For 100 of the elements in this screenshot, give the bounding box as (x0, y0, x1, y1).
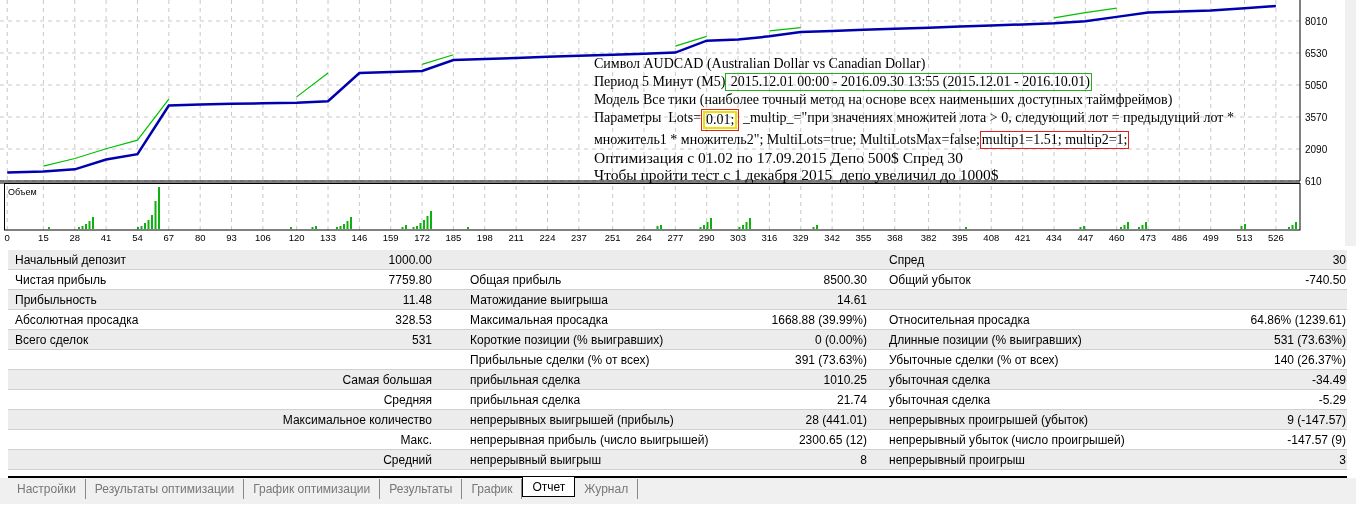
axis-tick-label: 434 (1046, 232, 1062, 243)
metric-value: 28 (441.01) (804, 411, 867, 429)
axis-tick-label: 382 (920, 232, 937, 243)
metric-value: 11.48 (401, 291, 432, 309)
row-heading: Максимальное количество (281, 411, 432, 429)
axis-tick-label: 237 (570, 232, 587, 243)
axis-tick-label: 54 (132, 232, 143, 243)
metric-value: 531 (73.63%) (1272, 331, 1347, 349)
metric-label: Прибыльные сделки (% от всех) (470, 351, 651, 369)
axis-tick-label: 368 (886, 232, 903, 243)
panel-label: Объем (8, 186, 37, 199)
axis-tick-label: 316 (761, 232, 778, 243)
metric-value: 391 (73.63%) (793, 351, 867, 369)
info-text: Символ AUDCAD (Australian Dollar vs Canadian Dollar) (594, 55, 926, 73)
metric-value: 9 (-147.57) (1286, 411, 1347, 429)
axis-tick-label: 264 (636, 232, 652, 243)
axis-tick-label: 3570 (1305, 112, 1328, 123)
metric-label: непрерывный убыток (число проигрышей) (889, 431, 1126, 449)
axis-tick-label: 224 (539, 232, 556, 243)
metric-label: Убыточные сделки (% от всех) (889, 351, 1060, 369)
axis-tick-label: 460 (1108, 232, 1125, 243)
axis-tick-label: 277 (667, 232, 684, 243)
metric-label: непрерывных проигрышей (убыток) (889, 411, 1089, 429)
highlighted-text: 2015.12.01 00:00 - 2016.09.30 13:55 (2015.12.01 - 2016.10.01) (725, 73, 1092, 91)
metric-label: непрерывная прибыль (число выигрышей) (470, 431, 710, 449)
axis-tick-label: 526 (1267, 232, 1284, 243)
row-heading: Средняя (382, 391, 432, 409)
metric-label: Общий убыток (889, 271, 972, 289)
axis-tick-label: 290 (698, 232, 715, 243)
metric-label: Относительная просадка (889, 311, 1031, 329)
axis-tick-label: 342 (824, 232, 841, 243)
axis-tick-label: 211 (508, 232, 524, 243)
metric-value: 1000.00 (387, 251, 432, 269)
axis-tick-label: 421 (1014, 232, 1031, 243)
info-text: Чтобы пройти тест с 1 декабря 2015 депо увеличил до 1000$ (594, 166, 999, 183)
axis-tick-label: 486 (1171, 232, 1188, 243)
axis-tick-label: 133 (320, 232, 336, 243)
metric-value: 8500.30 (822, 271, 867, 289)
metric-label: Длинные позиции (% выигравших) (889, 331, 1083, 349)
metric-value: -740.50 (1304, 271, 1347, 289)
tab[interactable]: Результаты оптимизации (85, 479, 245, 499)
metric-label: Короткие позиции (% выигравших) (470, 331, 665, 349)
metric-label: прибыльная сделка (470, 371, 582, 389)
metric-label: убыточная сделка (889, 391, 992, 409)
axis-tick-label: 251 (604, 232, 621, 243)
tab[interactable]: Отчет (522, 477, 576, 497)
axis-tick-label: 6530 (1305, 48, 1328, 59)
metric-value: 328.53 (394, 311, 432, 329)
axis-tick-label: 172 (414, 232, 430, 243)
metric-label: Прибыльность (14, 291, 98, 309)
info-text: множитель1 * множитель2"; MultiLots=true; MultiLotsMax=false; (594, 131, 980, 149)
axis-tick-label: 355 (855, 232, 872, 243)
metric-value: -147.57 (9) (1286, 431, 1347, 449)
axis-tick-label: 610 (1305, 176, 1322, 187)
axis-tick-label: 473 (1140, 232, 1156, 243)
inner-highlight: 0.01; (703, 111, 738, 129)
row-heading: Средний (382, 451, 432, 469)
axis-tick-label: 41 (100, 232, 112, 243)
metric-label: непрерывный выигрыш (470, 451, 603, 469)
metric-label: Абсолютная просадка (14, 311, 140, 329)
axis-tick-label: 93 (226, 232, 237, 243)
axis-tick-label: 106 (254, 232, 271, 243)
metric-value: 140 (26.37%) (1272, 351, 1347, 369)
axis-tick-label: 185 (445, 232, 462, 243)
tab[interactable]: График оптимизации (244, 479, 381, 499)
axis-tick-label: 395 (952, 232, 968, 243)
axis-tick-label: 499 (1202, 232, 1219, 243)
row-heading: Макс. (399, 431, 432, 449)
highlighted-text: multip1=1.51; multip2=1; (979, 131, 1130, 149)
metric-value: 1010.25 (822, 371, 867, 389)
metric-label: Максимальная просадка (470, 311, 609, 329)
row-heading: Самая большая (341, 371, 432, 389)
metric-value: 8 (859, 451, 867, 469)
tab[interactable]: Настройки (8, 479, 86, 499)
tab[interactable]: Журнал (575, 479, 639, 499)
axis-tick-label: 0 (4, 232, 10, 243)
axis-tick-label: 408 (983, 232, 1000, 243)
axis-tick-label: 5050 (1305, 80, 1328, 91)
metric-label: Всего сделок (14, 331, 90, 349)
axis-tick-label: 67 (163, 232, 175, 243)
axis-tick-label: 447 (1077, 232, 1094, 243)
tab[interactable]: Результаты (380, 479, 463, 499)
info-text: Оптимизация с 01.02 по 17.09.2015 Депо 500$ Спред 30 (594, 149, 964, 166)
metric-label: непрерывный проигрыш (889, 451, 1026, 469)
axis-tick-label: 303 (730, 232, 746, 243)
axis-tick-label: 159 (382, 232, 399, 243)
info-text: Период 5 Минут (M5) (594, 73, 726, 91)
axis-tick-label: 15 (38, 232, 49, 243)
metric-value: 531 (410, 331, 432, 349)
metric-label: Начальный депозит (14, 251, 127, 269)
axis-tick-label: 146 (351, 232, 368, 243)
metric-label: непрерывных выигрышей (прибыль) (470, 411, 675, 429)
axis-tick-label: 80 (194, 232, 206, 243)
metric-label: прибыльная сделка (470, 391, 582, 409)
axis-tick-label: 513 (1236, 232, 1253, 243)
axis-tick-label: 329 (792, 232, 809, 243)
info-text: Параметры Lots= (594, 109, 702, 127)
metric-value: 2300.65 (12) (797, 431, 867, 449)
metric-label: Чистая прибыль (14, 271, 108, 289)
axis-tick-label: 8010 (1305, 16, 1328, 27)
